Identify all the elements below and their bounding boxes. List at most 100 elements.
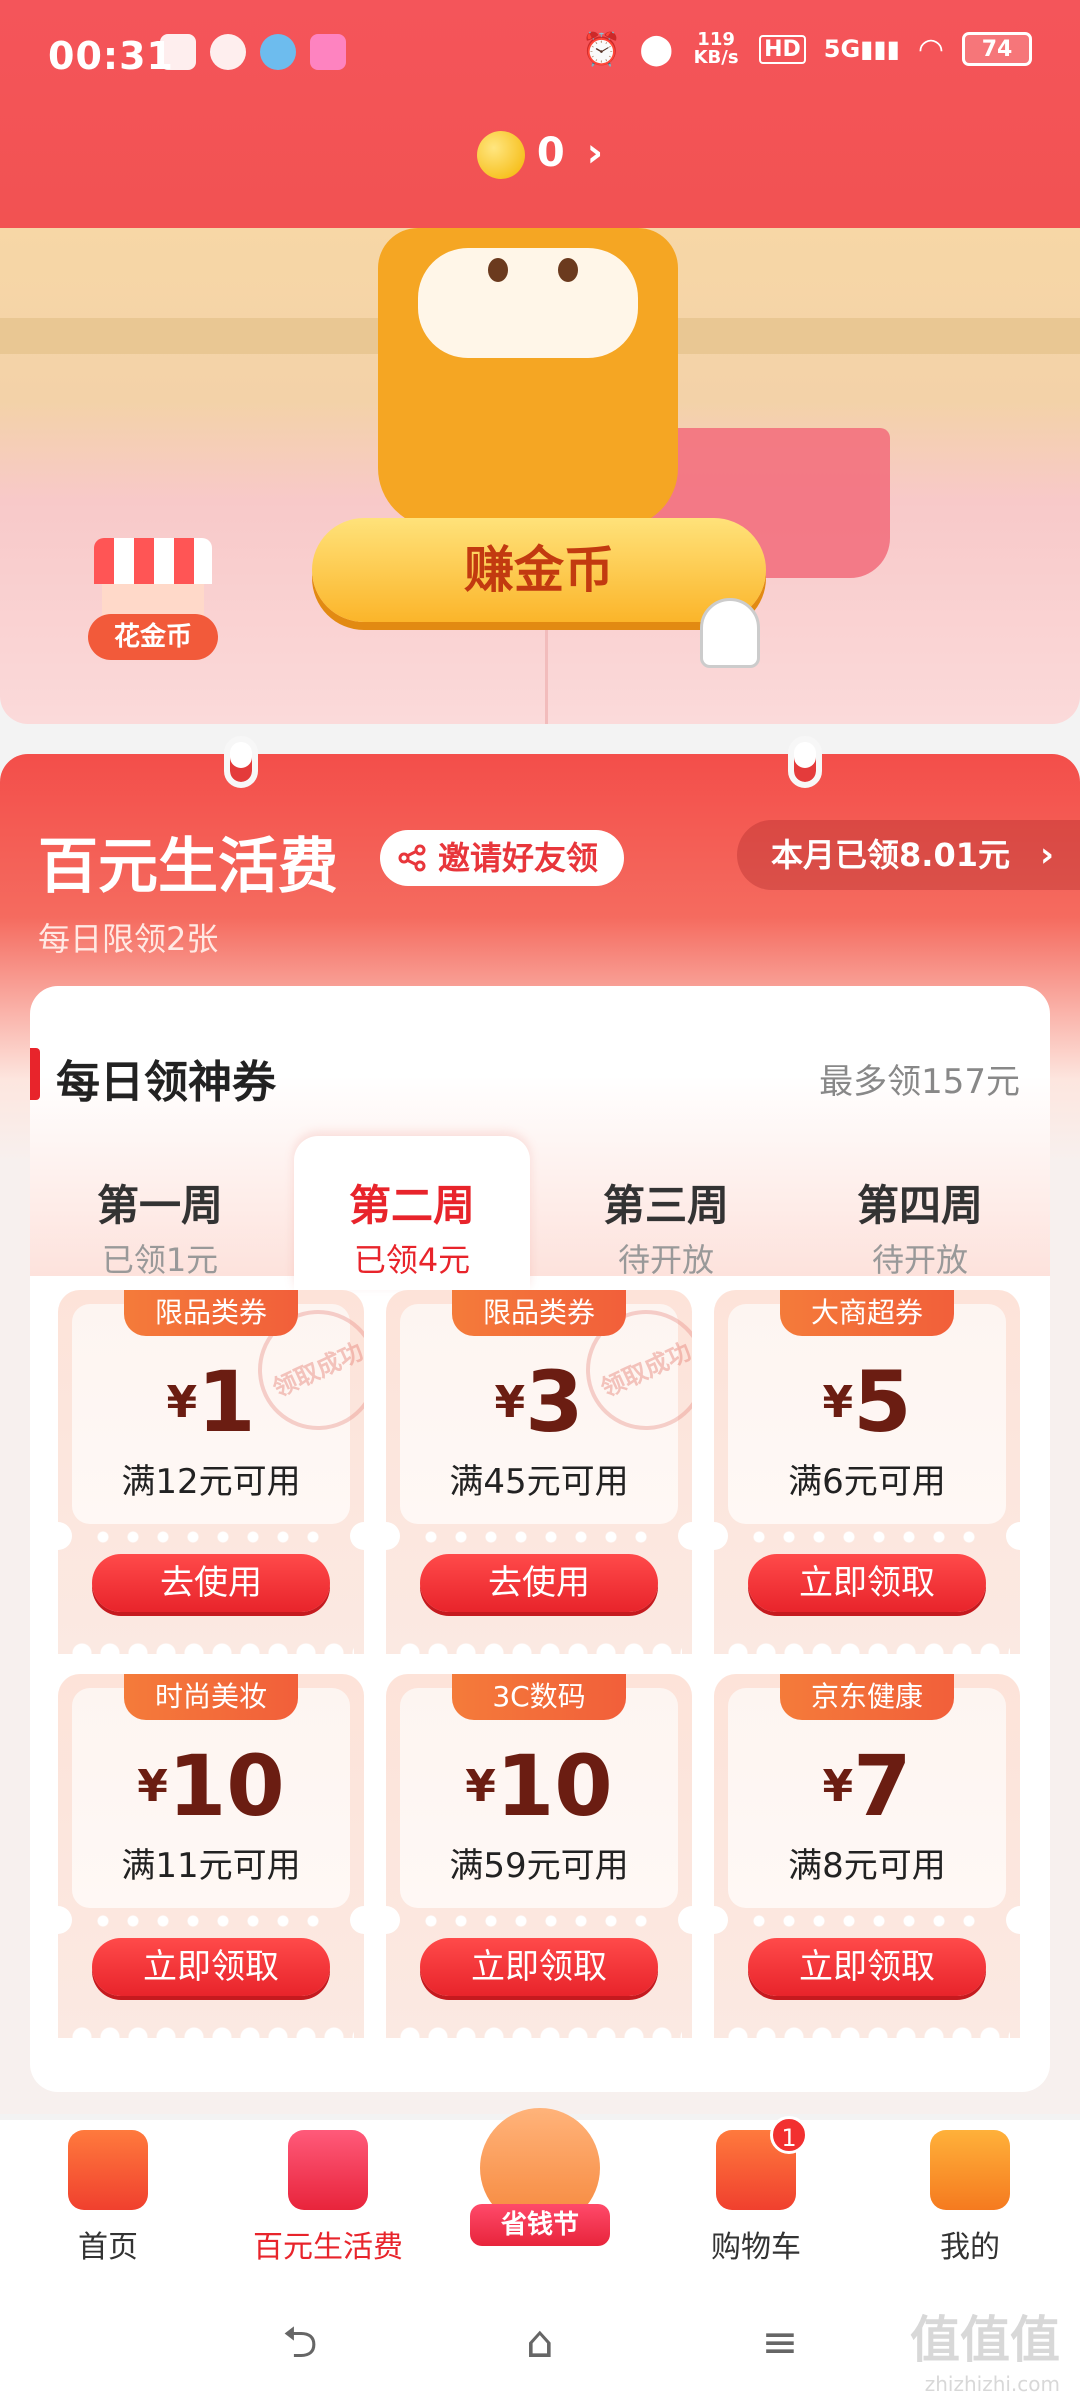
title-accent-bar xyxy=(30,1048,40,1100)
home-button-icon[interactable]: ⌂ xyxy=(512,2318,568,2368)
tab-week-1[interactable]: 第一周 已领1元 xyxy=(42,1136,278,1290)
coupon-card: 时尚美妆 ¥10 满11元可用 立即领取 xyxy=(58,1674,364,2038)
coupon-tag: 限品类券 xyxy=(452,1290,626,1336)
notification-icons xyxy=(160,34,346,70)
perforation xyxy=(416,1530,662,1544)
perforation xyxy=(744,1914,990,1928)
use-coupon-button[interactable]: 去使用 xyxy=(92,1554,330,1612)
claim-coupon-button[interactable]: 立即领取 xyxy=(420,1938,658,1996)
mascot-image xyxy=(378,228,678,528)
perforation xyxy=(416,1914,662,1928)
notch xyxy=(714,1906,728,1934)
daily-limit-text: 每日限领2张 xyxy=(38,920,219,958)
coupon-card: 大商超券 ¥5 满6元可用 立即领取 xyxy=(714,1290,1020,1654)
daily-coupon-panel: 每日领神券 最多领157元 第一周 已领1元 第二周 已领4元 第三周 待开放 … xyxy=(30,986,1050,2092)
coupon-condition: 满12元可用 xyxy=(121,1462,301,1502)
pin-decoration xyxy=(788,736,822,788)
serrated-edge xyxy=(396,1642,682,1654)
coupon-card: 领取成功 限品类券 ¥3 满45元可用 去使用 xyxy=(386,1290,692,1654)
notch xyxy=(678,1522,692,1550)
chevron-right-icon: › xyxy=(586,130,604,176)
currency-symbol: ¥ xyxy=(494,1377,526,1428)
coin-balance[interactable]: 0 › xyxy=(0,130,1080,179)
bottom-nav: 首页 百元生活费 省钱节 1 购物车 我的 xyxy=(0,2108,1080,2290)
nav-living-allowance[interactable]: 百元生活费 xyxy=(248,2130,408,2266)
system-icons: ⏰ ⬤ 119 KB/s HD 5G▮▮▮ ◠ 74 xyxy=(582,30,1032,68)
perforation xyxy=(88,1530,334,1544)
notch xyxy=(350,1906,364,1934)
notch xyxy=(678,1906,692,1934)
shop-icon xyxy=(94,538,212,584)
spend-coins-button[interactable]: 花金币 xyxy=(88,538,218,668)
notch xyxy=(350,1522,364,1550)
coupon-condition: 满45元可用 xyxy=(449,1462,629,1502)
coin-icon xyxy=(476,131,525,179)
tab-week-4[interactable]: 第四周 待开放 xyxy=(802,1136,1038,1290)
coupon-amount: 3 xyxy=(525,1353,584,1451)
claim-coupon-button[interactable]: 立即领取 xyxy=(748,1554,986,1612)
back-icon[interactable]: ⮌ xyxy=(272,2318,328,2368)
serrated-edge xyxy=(724,2026,1010,2038)
currency-symbol: ¥ xyxy=(137,1761,168,1812)
monthly-label: 本月已领8.01元 xyxy=(771,836,1010,874)
yen-icon xyxy=(288,2130,368,2210)
mascot-face xyxy=(418,248,638,358)
wifi-icon: ◠ xyxy=(917,31,944,67)
nav-label: 我的 xyxy=(940,2230,1000,2265)
claim-coupon-button[interactable]: 立即领取 xyxy=(92,1938,330,1996)
hd-icon: HD xyxy=(759,34,806,64)
menu-icon[interactable]: ≡ xyxy=(752,2318,808,2368)
notch xyxy=(1006,1906,1020,1934)
nav-savings-festival[interactable]: 省钱节 xyxy=(470,2108,610,2248)
week-status: 待开放 xyxy=(617,1241,714,1279)
pointing-hand-icon xyxy=(700,598,760,668)
week-name: 第四周 xyxy=(856,1181,983,1230)
notch xyxy=(58,1906,72,1934)
claim-coupon-button[interactable]: 立即领取 xyxy=(748,1938,986,1996)
watermark: 值值值 zhizhizhi.com xyxy=(910,2300,1060,2396)
serrated-edge xyxy=(68,1642,354,1654)
coupon-tag: 3C数码 xyxy=(452,1674,626,1720)
living-allowance-card: 百元生活费 邀请好友领 本月已领8.01元 › 每日限领2张 每日领神券 最多领… xyxy=(0,736,1080,2114)
nav-cart[interactable]: 1 购物车 xyxy=(686,2116,826,2266)
use-coupon-button[interactable]: 去使用 xyxy=(420,1554,658,1612)
invite-friends-button[interactable]: 邀请好友领 xyxy=(380,830,625,886)
coupon-tag: 大商超券 xyxy=(780,1290,954,1336)
coupon-value: ¥3 xyxy=(386,1352,692,1452)
serrated-edge xyxy=(396,2026,682,2038)
zhi-notification-icon xyxy=(210,34,246,70)
week-tabs: 第一周 已领1元 第二周 已领4元 第三周 待开放 第四周 待开放 xyxy=(30,1136,1050,1290)
week-name: 第二周 xyxy=(348,1181,475,1230)
coupon-card: 领取成功 限品类券 ¥1 满12元可用 去使用 xyxy=(58,1290,364,1654)
perforation xyxy=(744,1530,990,1544)
tab-week-2[interactable]: 第二周 已领4元 xyxy=(294,1136,530,1290)
invite-label: 邀请好友领 xyxy=(438,839,599,877)
cart-icon: 1 xyxy=(716,2116,808,2210)
coupon-tag: 限品类券 xyxy=(124,1290,298,1336)
notch xyxy=(58,1522,72,1550)
header: 00:31 ⏰ ⬤ 119 KB/s HD 5G▮▮▮ ◠ 74 0 › xyxy=(0,0,1080,228)
banner: 赚金币 花金币 xyxy=(0,228,1080,724)
week-name: 第三周 xyxy=(602,1181,729,1230)
coupon-amount: 10 xyxy=(495,1737,613,1835)
serrated-edge xyxy=(724,1642,1010,1654)
coupon-value: ¥10 xyxy=(58,1736,364,1836)
smiley-icon xyxy=(930,2130,1010,2210)
nav-profile[interactable]: 我的 xyxy=(900,2130,1040,2266)
nav-label: 省钱节 xyxy=(470,2204,610,2246)
monthly-claimed-button[interactable]: 本月已领8.01元 › xyxy=(737,820,1080,890)
qq-notification-icon xyxy=(260,34,296,70)
spend-coins-label: 花金币 xyxy=(88,614,218,660)
coupon-card: 3C数码 ¥10 满59元可用 立即领取 xyxy=(386,1674,692,2038)
chevron-right-icon: › xyxy=(1039,835,1054,875)
earn-coins-button[interactable]: 赚金币 xyxy=(312,518,766,622)
tab-week-3[interactable]: 第三周 待开放 xyxy=(548,1136,784,1290)
coupon-condition: 满6元可用 xyxy=(788,1462,946,1502)
week-name: 第一周 xyxy=(96,1181,223,1230)
section-title: 每日领神券 xyxy=(30,1046,276,1110)
pin-decoration xyxy=(224,736,258,788)
coupon-amount: 7 xyxy=(853,1737,912,1835)
nav-home[interactable]: 首页 xyxy=(38,2130,178,2266)
home-icon xyxy=(68,2130,148,2210)
nav-label: 首页 xyxy=(78,2230,138,2265)
